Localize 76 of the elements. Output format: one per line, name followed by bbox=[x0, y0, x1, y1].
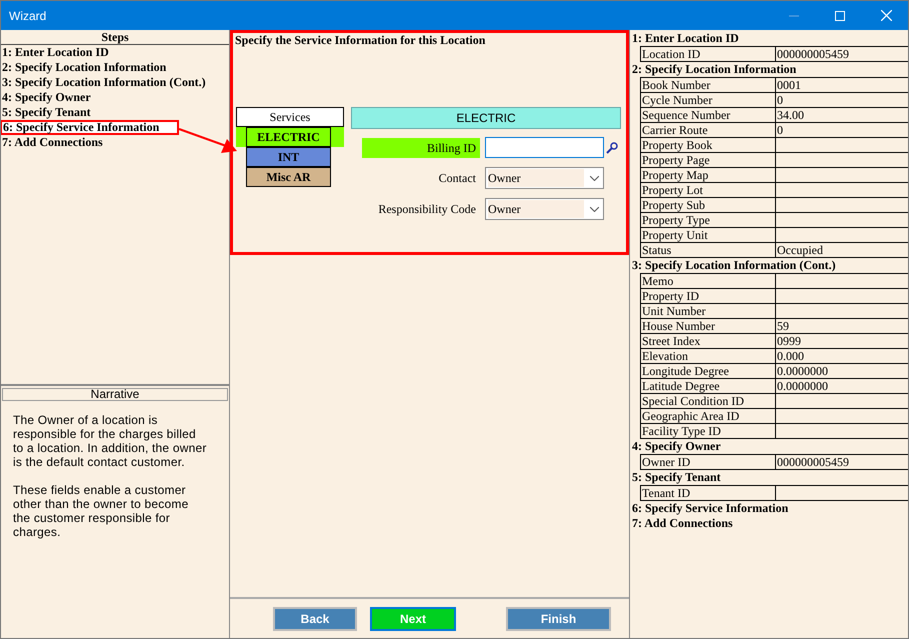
step-item[interactable]: 2: Specify Location Information bbox=[1, 60, 229, 75]
service-tab[interactable]: ELECTRIC bbox=[246, 127, 331, 147]
field-label: Responsibility Code bbox=[378, 201, 477, 218]
dropdown-field[interactable]: Owner bbox=[485, 198, 604, 220]
summary-label-cell: Property Sub bbox=[641, 198, 776, 212]
summary-label-cell: Street Index bbox=[641, 334, 776, 348]
summary-label-cell: Property Page bbox=[641, 153, 776, 167]
chevron-icon bbox=[590, 176, 599, 180]
summary-label-cell: Property ID bbox=[641, 289, 776, 303]
summary-value-cell-text: 0.000 bbox=[776, 349, 805, 363]
narrative-header: Narrative bbox=[2, 388, 228, 401]
billing-id-field[interactable] bbox=[485, 137, 604, 158]
step-item[interactable]: 3: Specify Location Information (Cont.) bbox=[1, 75, 229, 90]
summary-label-cell: Book Number bbox=[641, 78, 776, 92]
summary-section-title: 4: Specify Owner bbox=[631, 439, 722, 454]
finish-button[interactable]: Finish bbox=[506, 606, 611, 630]
step-item[interactable]: 4: Specify Owner bbox=[1, 90, 229, 105]
step-item[interactable]: 1: Enter Location ID bbox=[1, 45, 229, 60]
chevron-icon bbox=[590, 206, 599, 212]
summary-value-cell-text: 0.0000000 bbox=[776, 364, 829, 378]
summary-value-cell-text: 0 bbox=[776, 93, 784, 107]
summary-value-cell-text: 34.00 bbox=[776, 108, 805, 122]
summary-label-cell: Carrier Route bbox=[641, 123, 776, 137]
narrative-text: These fields enable a customer other than the owner to become the customer responsible for charges. bbox=[13, 483, 190, 539]
step-item[interactable]: 6: Specify Service Information bbox=[1, 120, 179, 135]
summary-section-title: 6: Specify Service Information bbox=[631, 501, 790, 516]
summary-value-cell-text: 0 bbox=[776, 123, 784, 137]
summary-label-cell: Sequence Number bbox=[641, 108, 776, 122]
window-title: Wizard bbox=[9, 8, 48, 24]
service-tab[interactable]: INT bbox=[246, 147, 331, 167]
summary-label-cell: Tenant ID bbox=[641, 486, 776, 500]
summary-label-cell: Unit Number bbox=[641, 304, 776, 318]
step-item[interactable]: 7: Add Connections bbox=[1, 135, 229, 150]
summary-label-cell: Facility Type ID bbox=[641, 424, 776, 438]
summary-section-title: 3: Specify Location Information (Cont.) bbox=[631, 258, 837, 273]
summary-label-cell: Owner ID bbox=[641, 455, 776, 469]
summary-label-cell: Geographic Area ID bbox=[641, 409, 776, 423]
form-title: Specify the Service Information for this Location bbox=[234, 33, 486, 47]
summary-value-cell-text: 0001 bbox=[776, 78, 802, 92]
summary-label-cell: Location ID bbox=[641, 47, 776, 61]
narrative-text: The Owner of a location is responsible for the charges billed to a location. In addition, the owner is the default contact customer. bbox=[13, 413, 207, 469]
service-header: ELECTRIC bbox=[351, 107, 621, 129]
dropdown-field[interactable]: Owner bbox=[485, 167, 604, 189]
field-label: Billing ID bbox=[362, 138, 480, 158]
summary-label-cell: Special Condition ID bbox=[641, 394, 776, 408]
field-label: Contact bbox=[438, 170, 477, 187]
summary-value-cell-text: 0999 bbox=[776, 334, 802, 348]
summary-value-cell-text: 59 bbox=[776, 319, 790, 333]
summary-value-cell-text: 000000005459 bbox=[776, 47, 850, 61]
summary-label-cell: Memo bbox=[641, 274, 776, 288]
steps-header: Steps bbox=[1, 30, 229, 45]
service-tab[interactable]: Misc AR bbox=[246, 167, 331, 187]
summary-label-cell: Cycle Number bbox=[641, 93, 776, 107]
summary-label-cell: Property Lot bbox=[641, 183, 776, 197]
summary-section-title: 2: Specify Location Information bbox=[631, 62, 798, 77]
summary-label-cell: Longitude Degree bbox=[641, 364, 776, 378]
summary-label-cell: Property Map bbox=[641, 168, 776, 182]
summary-label-cell: Property Book bbox=[641, 138, 776, 152]
summary-value-cell-text: 0.0000000 bbox=[776, 379, 829, 393]
summary-value-cell-text: 000000005459 bbox=[776, 455, 850, 469]
summary-label-cell: Elevation bbox=[641, 349, 776, 363]
services-header: Services bbox=[236, 107, 344, 127]
close-icon[interactable] bbox=[881, 10, 892, 21]
summary-label-cell: Status bbox=[641, 243, 776, 257]
summary-section-title: 7: Add Connections bbox=[631, 516, 734, 531]
summary-section-title: 5: Specify Tenant bbox=[631, 470, 722, 485]
summary-label-cell: Property Type bbox=[641, 213, 776, 227]
back-button[interactable]: Back bbox=[273, 606, 357, 630]
summary-section-title: 1: Enter Location ID bbox=[631, 31, 740, 46]
step-item[interactable]: 5: Specify Tenant bbox=[1, 105, 229, 120]
summary-value-cell-text: Occupied bbox=[776, 243, 824, 257]
maximize-icon[interactable] bbox=[835, 10, 845, 20]
summary-label-cell: House Number bbox=[641, 319, 776, 333]
search-icon[interactable] bbox=[606, 142, 618, 154]
summary-label-cell: Property Unit bbox=[641, 228, 776, 242]
summary-label-cell: Latitude Degree bbox=[641, 379, 776, 393]
